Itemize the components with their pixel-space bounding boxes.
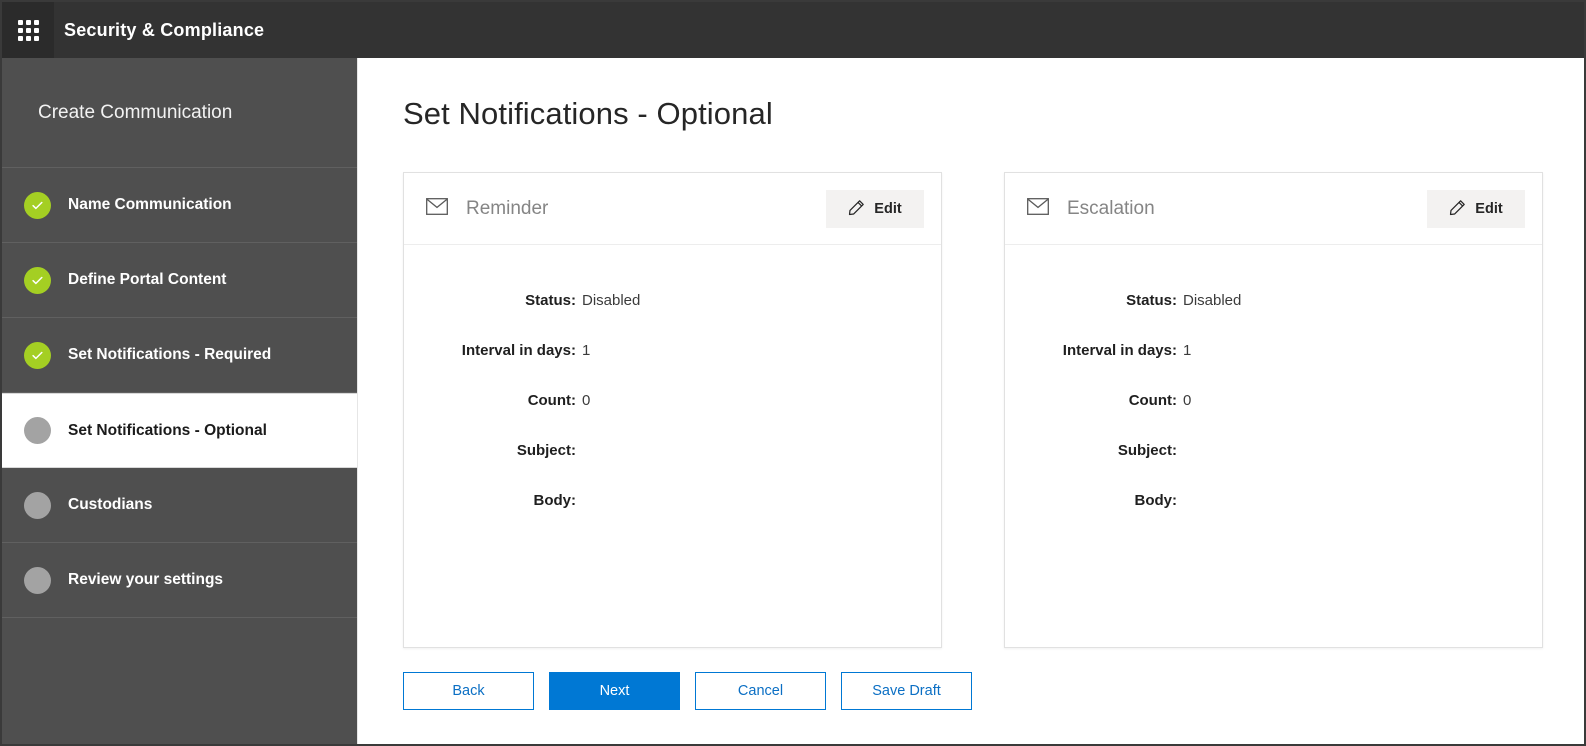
sidebar-heading: Create Communication <box>2 58 357 168</box>
sidebar-item-name-communication[interactable]: Name Communication <box>2 168 357 243</box>
field-value: 1 <box>582 341 591 359</box>
field-label: Subject: <box>516 441 576 459</box>
field-label: Subject: <box>1117 441 1177 459</box>
escalation-card-title: Escalation <box>1067 197 1155 219</box>
field-label: Status: <box>525 291 576 309</box>
field-label: Interval in days: <box>461 341 576 359</box>
field-row: Interval in days: 1 <box>404 325 941 375</box>
escalation-edit-button[interactable]: Edit <box>1427 189 1525 228</box>
sidebar: Create Communication Name Communication … <box>2 58 357 744</box>
field-label: Interval in days: <box>1062 341 1177 359</box>
sidebar-item-label: Define Portal Content <box>68 271 227 288</box>
reminder-card-body: Status: Disabled Interval in days: 1 Cou… <box>404 245 941 647</box>
field-value: 1 <box>1183 341 1192 359</box>
field-row: Status: Disabled <box>1005 275 1542 325</box>
field-value: 0 <box>582 391 591 409</box>
waffle-icon <box>17 19 39 41</box>
field-row: Subject: <box>404 425 941 475</box>
field-row: Body: <box>404 475 941 525</box>
field-row: Count: 0 <box>1005 375 1542 425</box>
field-row: Body: <box>1005 475 1542 525</box>
reminder-edit-button[interactable]: Edit <box>826 189 924 228</box>
app-launcher-button[interactable] <box>2 2 54 58</box>
top-header-bar: Security & Compliance <box>2 2 1584 58</box>
back-button[interactable]: Back <box>403 672 534 710</box>
sidebar-item-label: Set Notifications - Required <box>68 346 272 363</box>
sidebar-item-custodians[interactable]: Custodians <box>2 468 357 543</box>
field-value: Disabled <box>1183 291 1242 309</box>
sidebar-item-define-portal-content[interactable]: Define Portal Content <box>2 243 357 318</box>
field-label: Count: <box>527 391 576 409</box>
step-complete-check-icon <box>24 266 51 294</box>
reminder-card-header: Reminder Edit <box>404 173 941 245</box>
step-pending-dot-icon <box>24 566 51 594</box>
field-label: Count: <box>1128 391 1177 409</box>
field-row: Status: Disabled <box>404 275 941 325</box>
sidebar-item-set-notifications-optional[interactable]: Set Notifications - Optional <box>2 393 357 468</box>
sidebar-item-set-notifications-required[interactable]: Set Notifications - Required <box>2 318 357 393</box>
field-value: 0 <box>1183 391 1192 409</box>
pencil-icon <box>848 199 865 219</box>
field-value: Disabled <box>582 291 641 309</box>
step-complete-check-icon <box>24 341 51 369</box>
field-label: Body: <box>533 491 577 509</box>
field-row: Interval in days: 1 <box>1005 325 1542 375</box>
step-pending-dot-icon <box>24 417 51 444</box>
field-label: Body: <box>1134 491 1178 509</box>
main-content: Set Notifications - Optional Reminder Ed… <box>357 58 1584 744</box>
step-pending-dot-icon <box>24 491 51 519</box>
step-complete-check-icon <box>24 191 51 219</box>
reminder-edit-label: Edit <box>874 200 902 217</box>
reminder-card: Reminder Edit Status: Disabled Interval … <box>403 172 942 648</box>
pencil-icon <box>1449 199 1466 219</box>
sidebar-item-label: Review your settings <box>68 571 224 588</box>
field-label: Status: <box>1126 291 1177 309</box>
next-button[interactable]: Next <box>549 672 680 710</box>
field-row: Count: 0 <box>404 375 941 425</box>
app-title: Security & Compliance <box>64 19 265 40</box>
escalation-card: Escalation Edit Status: Disabled Interva… <box>1004 172 1543 648</box>
escalation-card-header: Escalation Edit <box>1005 173 1542 245</box>
sidebar-item-label: Set Notifications - Optional <box>68 421 267 439</box>
app-window: Security & Compliance Create Communicati… <box>0 0 1586 746</box>
escalation-edit-label: Edit <box>1475 200 1503 217</box>
sidebar-item-review-your-settings[interactable]: Review your settings <box>2 543 357 618</box>
escalation-card-body: Status: Disabled Interval in days: 1 Cou… <box>1005 245 1542 647</box>
envelope-icon <box>426 197 448 220</box>
reminder-card-title: Reminder <box>466 197 549 219</box>
wizard-actions: Back Next Cancel Save Draft <box>403 672 972 710</box>
cancel-button[interactable]: Cancel <box>695 672 826 710</box>
page-title: Set Notifications - Optional <box>403 96 773 131</box>
sidebar-item-label: Name Communication <box>68 196 232 213</box>
save-draft-button[interactable]: Save Draft <box>841 672 972 710</box>
sidebar-item-label: Custodians <box>68 496 153 513</box>
field-row: Subject: <box>1005 425 1542 475</box>
notification-cards-row: Reminder Edit Status: Disabled Interval … <box>403 172 1543 648</box>
envelope-icon <box>1027 197 1049 220</box>
